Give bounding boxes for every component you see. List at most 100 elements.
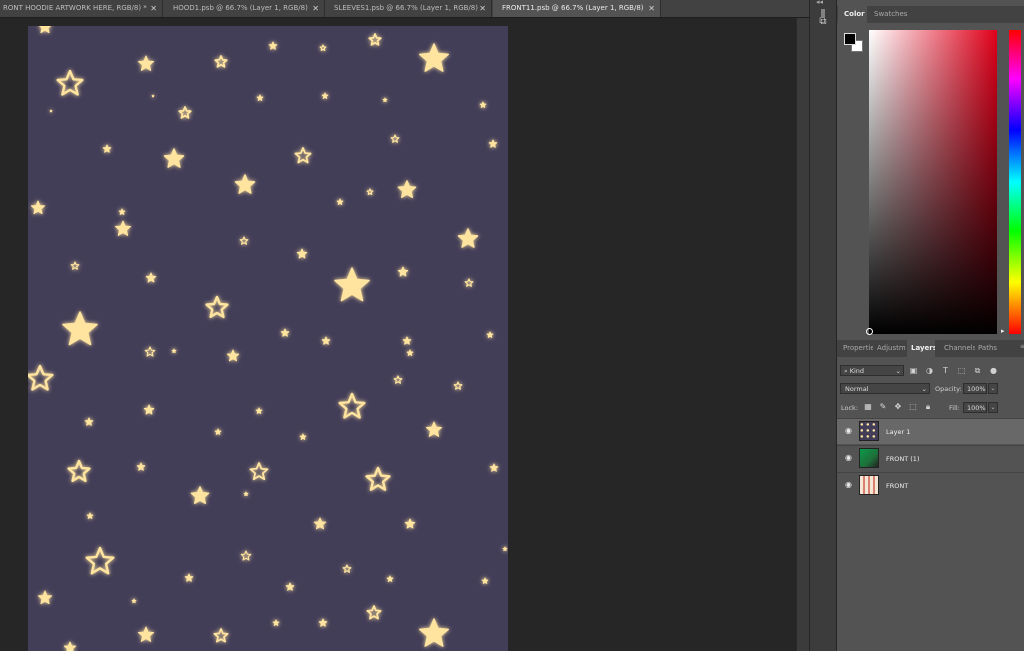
canvas-area[interactable]	[0, 18, 796, 651]
fill-input[interactable]: 100%	[963, 402, 987, 413]
outline-star-icon	[240, 550, 252, 561]
tab-adjustments[interactable]: Adjustm	[877, 340, 907, 357]
filled-star-icon	[63, 641, 77, 651]
close-icon[interactable]: ✕	[150, 0, 157, 17]
star-pattern	[28, 26, 508, 651]
kind-label: Kind	[849, 367, 865, 375]
blend-mode-value: Normal	[845, 385, 869, 393]
layer-filter-kind-select[interactable]: ⌕ Kind ⌄	[840, 365, 904, 376]
history-icon[interactable]: ⧉	[816, 15, 830, 29]
filled-star-icon	[397, 180, 417, 199]
collapse-arrows-icon[interactable]: ◂◂	[816, 0, 823, 6]
layer-name: Layer 1	[886, 428, 911, 436]
filled-star-icon	[425, 421, 443, 437]
layer-thumbnail	[859, 448, 879, 468]
filled-star-icon	[321, 92, 329, 99]
eye-icon[interactable]: ◉	[845, 427, 854, 435]
outline-star-icon	[85, 546, 115, 575]
filled-star-icon	[285, 582, 295, 591]
filter-adjustment-icon[interactable]: ◑	[924, 365, 935, 376]
filled-star-icon	[382, 97, 388, 103]
filter-shape-icon[interactable]: ⬚	[956, 365, 967, 376]
filled-star-icon	[151, 94, 155, 98]
lock-all-icon[interactable]: 🔒︎	[923, 402, 933, 412]
filled-star-icon	[102, 144, 112, 153]
lock-transparency-icon[interactable]: ▦	[863, 402, 873, 412]
document-tab-bar: RONT HOODIE ARTWORK HERE, RGB/8) * ✕ HOO…	[0, 0, 812, 18]
vertical-scrollbar[interactable]	[796, 18, 809, 651]
close-icon[interactable]: ✕	[312, 0, 319, 17]
tab-properties[interactable]: Propertie	[843, 340, 873, 357]
filled-star-icon	[234, 174, 256, 194]
layer-row-front[interactable]: ◉ FRONT	[837, 472, 1024, 498]
filled-star-icon	[402, 336, 412, 345]
filled-star-icon	[137, 626, 155, 642]
filled-star-icon	[145, 272, 157, 283]
panel-menu-icon[interactable]: ≡	[1020, 343, 1024, 350]
filter-type-icon[interactable]: T	[940, 365, 951, 376]
outline-star-icon	[390, 134, 400, 143]
lock-position-icon[interactable]: ✥	[893, 402, 903, 412]
filled-star-icon	[137, 55, 155, 71]
document-canvas[interactable]	[28, 26, 508, 651]
color-picker-cursor[interactable]	[866, 328, 873, 335]
outline-star-icon	[239, 236, 249, 245]
filter-pixel-icon[interactable]: ▣	[908, 365, 919, 376]
close-icon[interactable]: ✕	[479, 0, 486, 17]
filled-star-icon	[49, 109, 53, 113]
lock-artboard-icon[interactable]: ⬚	[908, 402, 918, 412]
layer-name: FRONT	[886, 482, 909, 490]
layer-row-front-1[interactable]: ◉ FRONT (1)	[837, 445, 1024, 471]
eye-icon[interactable]: ◉	[845, 454, 854, 462]
tab-channels[interactable]: Channels	[944, 340, 975, 357]
foreground-color-swatch[interactable]	[844, 33, 856, 45]
fill-slider-toggle[interactable]: ⌄	[988, 402, 998, 413]
filled-star-icon	[143, 404, 155, 415]
layer-row-layer1[interactable]: ◉ Layer 1	[837, 418, 1024, 444]
lock-pixels-icon[interactable]: ✎	[878, 402, 888, 412]
tab-paths[interactable]: Paths	[978, 340, 1006, 357]
doc-tab-front-hoodie[interactable]: RONT HOODIE ARTWORK HERE, RGB/8) * ✕	[0, 0, 163, 17]
hue-marker-icon[interactable]: ▸	[1001, 327, 1005, 335]
hue-slider[interactable]	[1009, 30, 1021, 334]
filled-star-icon	[256, 94, 264, 101]
filled-star-icon	[386, 575, 394, 582]
outline-star-icon	[56, 69, 84, 96]
tab-color[interactable]: Color	[838, 6, 867, 23]
filter-smart-object-icon[interactable]: ⧉	[972, 365, 983, 376]
doc-tab-sleeves1[interactable]: SLEEVES1.psb @ 66.7% (Layer 1, RGB/8) ✕	[326, 0, 492, 17]
tab-layers[interactable]: Layers	[907, 340, 935, 357]
filled-star-icon	[163, 148, 185, 168]
close-icon[interactable]: ✕	[648, 0, 655, 17]
filled-star-icon	[488, 139, 498, 148]
blend-mode-select[interactable]: Normal ⌄	[840, 383, 930, 394]
outline-star-icon	[205, 295, 229, 319]
color-panel-tabs: Color Swatches	[837, 6, 1024, 23]
outline-star-icon	[464, 278, 474, 287]
doc-tab-front11[interactable]: FRONT11.psb @ 66.7% (Layer 1, RGB/8) ✕	[493, 0, 661, 17]
filled-star-icon	[226, 349, 240, 362]
filled-star-icon	[489, 463, 499, 472]
outline-star-icon	[294, 147, 312, 164]
filled-star-icon	[457, 228, 479, 248]
filled-star-icon	[136, 462, 146, 471]
opacity-input[interactable]: 100%	[963, 383, 987, 394]
filled-star-icon	[255, 407, 263, 414]
outline-star-icon	[213, 628, 229, 643]
tab-swatches[interactable]: Swatches	[874, 6, 914, 23]
saturation-brightness-field[interactable]	[869, 30, 997, 334]
outline-star-icon	[368, 33, 382, 46]
filled-star-icon	[30, 200, 46, 215]
eye-icon[interactable]: ◉	[845, 481, 854, 489]
outline-star-icon	[214, 55, 228, 68]
outline-star-icon	[366, 188, 374, 196]
filled-star-icon	[318, 618, 328, 627]
filled-star-icon	[313, 517, 327, 530]
outline-star-icon	[144, 346, 156, 357]
doc-tab-label: SLEEVES1.psb @ 66.7% (Layer 1, RGB/8)	[334, 4, 478, 12]
layer-thumbnail	[859, 475, 879, 495]
outline-star-icon	[70, 261, 80, 270]
filter-toggle-icon[interactable]: ●	[988, 365, 999, 376]
doc-tab-hood1[interactable]: HOOD1.psb @ 66.7% (Layer 1, RGB/8) ✕	[164, 0, 325, 17]
opacity-slider-toggle[interactable]: ⌄	[988, 383, 998, 394]
